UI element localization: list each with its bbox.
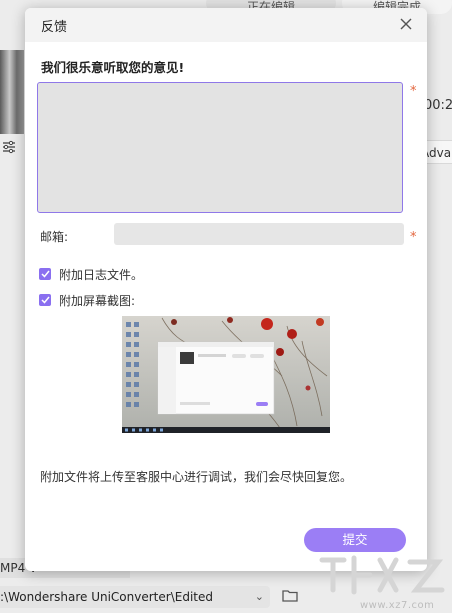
folder-icon[interactable]	[282, 588, 298, 606]
dialog-header: 反馈	[25, 8, 427, 42]
video-thumbnail	[0, 50, 24, 134]
attach-log-checkbox[interactable]: 附加日志文件。	[39, 266, 143, 282]
required-mark: *	[410, 84, 417, 99]
watermark-url: www.xz7.com	[360, 600, 435, 611]
attach-screenshot-label: 附加屏幕截图:	[59, 293, 136, 308]
required-mark: *	[410, 230, 417, 245]
attachment-note: 附加文件将上传至客服中心进行调试，我们会尽快回复您。	[40, 470, 353, 484]
site-watermark-logo	[318, 550, 448, 604]
dialog-title: 反馈	[41, 20, 68, 35]
attach-screenshot-checkbox[interactable]: 附加屏幕截图:	[39, 292, 135, 308]
dialog-heading: 我们很乐意听取您的意见!	[41, 60, 185, 75]
feedback-textarea[interactable]	[37, 82, 403, 213]
check-icon[interactable]	[39, 294, 51, 306]
screenshot-preview	[122, 316, 330, 433]
output-path-value: :\Wondershare UniConverter\Edited	[0, 590, 213, 604]
check-icon[interactable]	[39, 268, 51, 280]
sliders-icon[interactable]	[2, 140, 16, 158]
submit-button[interactable]: 提交	[304, 528, 406, 552]
email-field[interactable]	[114, 223, 404, 245]
attach-log-label: 附加日志文件。	[59, 267, 144, 282]
duration-text: 00:25	[424, 98, 452, 113]
close-icon[interactable]	[397, 14, 415, 34]
feedback-dialog: 反馈 我们很乐意听取您的意见! * 邮箱: * 附加日志文件。 附加屏幕截图:	[25, 8, 427, 571]
email-label: 邮箱:	[40, 230, 69, 244]
chevron-down-icon: ⌄	[254, 590, 264, 603]
output-path-select[interactable]: :\Wondershare UniConverter\Edited ⌄	[0, 586, 270, 608]
